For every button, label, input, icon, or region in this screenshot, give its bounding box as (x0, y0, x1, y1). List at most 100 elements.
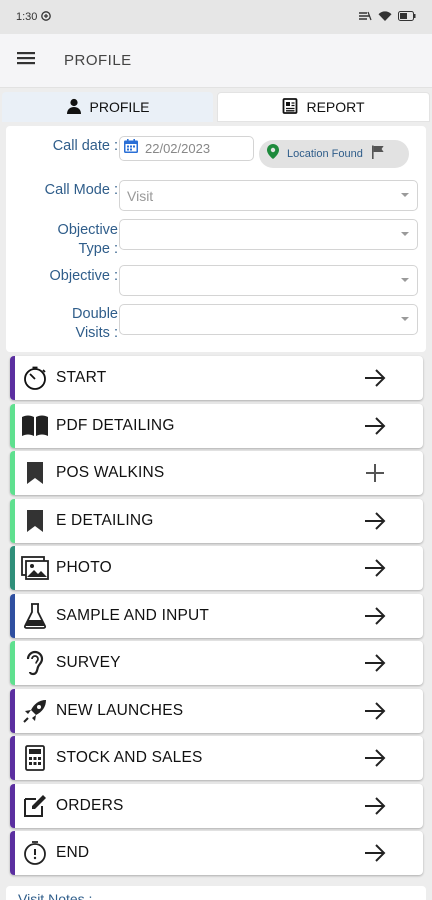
mute-icon (358, 11, 372, 24)
tab-profile[interactable]: PROFILE (2, 92, 213, 122)
call-form: Call date : 22/02/2023 Location Found Ca… (6, 126, 426, 352)
page-title: PROFILE (64, 52, 132, 69)
tab-profile-label: PROFILE (89, 99, 150, 115)
timer-icon (20, 838, 50, 868)
location-pin-icon (267, 144, 279, 164)
arrow-right-icon[interactable] (363, 700, 387, 722)
plus-icon[interactable] (363, 462, 387, 484)
menu-item-label: SURVEY (56, 654, 121, 671)
menu-item-accent (10, 356, 15, 400)
menu-item-label: START (56, 369, 107, 386)
menu-item-orders[interactable]: ORDERS (10, 783, 423, 828)
menu-item-new-launches[interactable]: NEW LAUNCHES (10, 688, 423, 733)
chevron-down-icon (401, 317, 409, 321)
activity-menu-list: START PDF DETAILING POS WALKINS E DETAIL… (10, 356, 423, 879)
call-mode-value: Visit (127, 188, 154, 204)
objective-select[interactable] (119, 265, 418, 296)
wifi-icon (378, 10, 392, 24)
menu-item-start[interactable]: START (10, 356, 423, 400)
menu-item-label: POS WALKINS (56, 464, 165, 481)
objective-type-select[interactable] (119, 219, 418, 250)
tab-report-label: REPORT (306, 99, 365, 115)
arrow-right-icon[interactable] (363, 652, 387, 674)
menu-item-accent (10, 451, 15, 495)
location-status-text: Location Found (287, 148, 363, 160)
menu-item-accent (10, 593, 15, 638)
call-mode-select[interactable]: Visit (119, 180, 418, 211)
menu-item-accent (10, 736, 15, 780)
menu-item-label: SAMPLE AND INPUT (56, 606, 210, 624)
menu-item-e-detailing[interactable]: E DETAILING (10, 498, 423, 543)
tab-report[interactable]: REPORT (217, 92, 430, 122)
menu-item-accent (10, 498, 15, 543)
status-time: 1:30 (16, 11, 38, 23)
chevron-down-icon (401, 278, 409, 282)
menu-item-accent (10, 641, 15, 685)
menu-item-sample-and-input[interactable]: SAMPLE AND INPUT (10, 593, 423, 638)
objective-type-label-line2: Type : (78, 241, 119, 257)
visit-notes-label: Visit Notes : (18, 891, 93, 900)
menu-item-accent (10, 546, 15, 590)
double-visits-label-line2: Visits : (75, 325, 118, 341)
menu-item-label: E DETAILING (56, 511, 154, 529)
bookmark-icon (20, 506, 50, 536)
objective-type-label-line1: Objective (57, 222, 118, 238)
chevron-down-icon (401, 232, 409, 236)
menu-item-survey[interactable]: SURVEY (10, 641, 423, 685)
menu-item-pdf-detailing[interactable]: PDF DETAILING (10, 403, 423, 448)
menu-item-label: PHOTO (56, 559, 112, 576)
visit-notes-section: Visit Notes : (6, 886, 426, 900)
stopwatch-icon (20, 363, 50, 393)
book-icon (20, 411, 50, 441)
arrow-right-icon[interactable] (363, 557, 387, 579)
call-date-field[interactable]: 22/02/2023 (119, 136, 254, 161)
person-icon (66, 98, 82, 117)
menu-item-end[interactable]: END (10, 831, 423, 875)
objective-type-label: Objective Type : (58, 221, 118, 259)
report-icon (282, 97, 298, 117)
edit-icon (20, 791, 50, 821)
menu-item-stock-and-sales[interactable]: STOCK AND SALES (10, 736, 423, 780)
flask-icon (20, 601, 50, 631)
battery-icon (398, 10, 416, 24)
arrow-right-icon[interactable] (363, 367, 387, 389)
menu-item-label: NEW LAUNCHES (56, 701, 184, 719)
chevron-down-icon (401, 193, 409, 197)
double-visits-label-line1: Double (72, 306, 118, 322)
menu-item-accent (10, 783, 15, 828)
call-date-label: Call date : (52, 138, 118, 154)
location-status-badge[interactable]: Location Found (259, 140, 409, 168)
call-date-value: 22/02/2023 (145, 141, 211, 156)
call-mode-label: Call Mode : (44, 182, 118, 198)
menu-item-label: PDF DETAILING (56, 416, 175, 434)
rocket-icon (20, 696, 50, 726)
status-bar: 1:30 (0, 0, 432, 34)
hamburger-icon (17, 51, 35, 70)
menu-item-pos-walkins[interactable]: POS WALKINS (10, 451, 423, 495)
arrow-right-icon[interactable] (363, 795, 387, 817)
menu-item-label: ORDERS (56, 796, 124, 814)
flag-icon (371, 145, 385, 164)
menu-item-label: STOCK AND SALES (56, 749, 203, 766)
arrow-right-icon[interactable] (363, 747, 387, 769)
menu-item-label: END (56, 844, 90, 861)
arrow-right-icon[interactable] (363, 510, 387, 532)
ear-icon (20, 648, 50, 678)
double-visits-select[interactable] (119, 304, 418, 335)
menu-item-accent (10, 831, 15, 875)
menu-item-accent (10, 403, 15, 448)
arrow-right-icon[interactable] (363, 842, 387, 864)
menu-item-accent (10, 688, 15, 733)
arrow-right-icon[interactable] (363, 605, 387, 627)
objective-label: Objective : (49, 268, 119, 284)
calculator-icon (20, 743, 50, 773)
app-bar: PROFILE (0, 34, 432, 88)
tab-bar: PROFILE REPORT (0, 92, 432, 122)
photo-icon (20, 553, 50, 583)
menu-button[interactable] (0, 34, 52, 88)
calendar-icon (123, 138, 139, 159)
arrow-right-icon[interactable] (363, 415, 387, 437)
menu-item-photo[interactable]: PHOTO (10, 546, 423, 590)
sync-status-icon (41, 10, 52, 24)
double-visits-label: Double Visits : (72, 305, 118, 343)
